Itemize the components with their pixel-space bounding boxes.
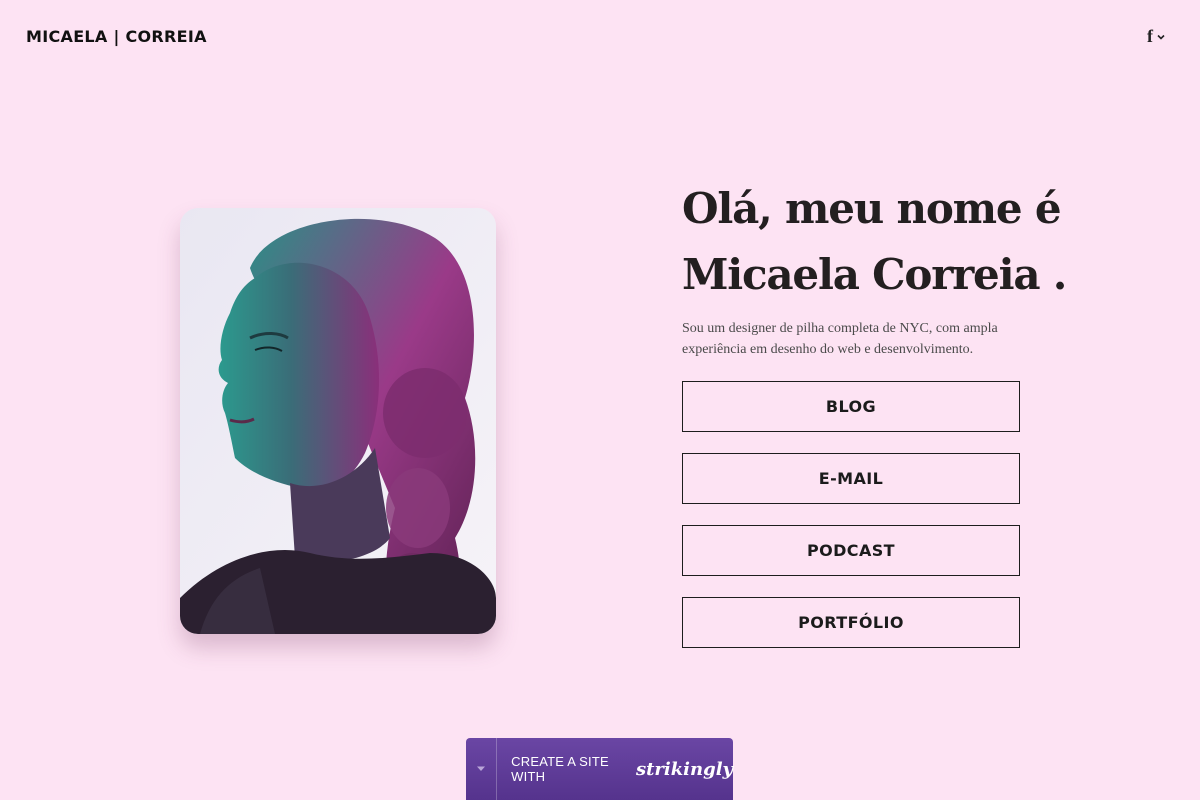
hero-heading: Olá, meu nome é Micaela Correia . — [682, 176, 1122, 308]
email-button[interactable]: E-MAIL — [682, 453, 1020, 504]
triangle-down-icon — [477, 766, 486, 771]
hero-intro: Sou um designer de pilha completa de NYC… — [682, 321, 998, 357]
site-title[interactable]: MICAELA | CORREIA — [26, 27, 207, 46]
hero-heading-line1: Olá, meu nome é — [682, 184, 1062, 233]
promo-collapse-toggle[interactable] — [466, 738, 498, 800]
page: MICAELA | CORREIA f Olá, meu nome é Mica… — [0, 0, 1200, 800]
social-menu[interactable]: f — [1147, 26, 1166, 47]
blog-button[interactable]: BLOG — [682, 381, 1020, 432]
facebook-icon[interactable]: f — [1147, 26, 1153, 47]
strikingly-logo: strikingly — [635, 758, 733, 780]
chevron-down-icon[interactable] — [1156, 32, 1166, 42]
portfolio-button[interactable]: PORTFÓLIO — [682, 597, 1020, 648]
strikingly-promo-banner[interactable]: CREATE A SITE WITH strikingly — [466, 738, 733, 800]
hero-heading-line2: Micaela Correia . — [682, 250, 1067, 299]
promo-text: CREATE A SITE WITH — [511, 754, 609, 784]
portrait-photo — [180, 208, 496, 634]
podcast-button[interactable]: PODCAST — [682, 525, 1020, 576]
